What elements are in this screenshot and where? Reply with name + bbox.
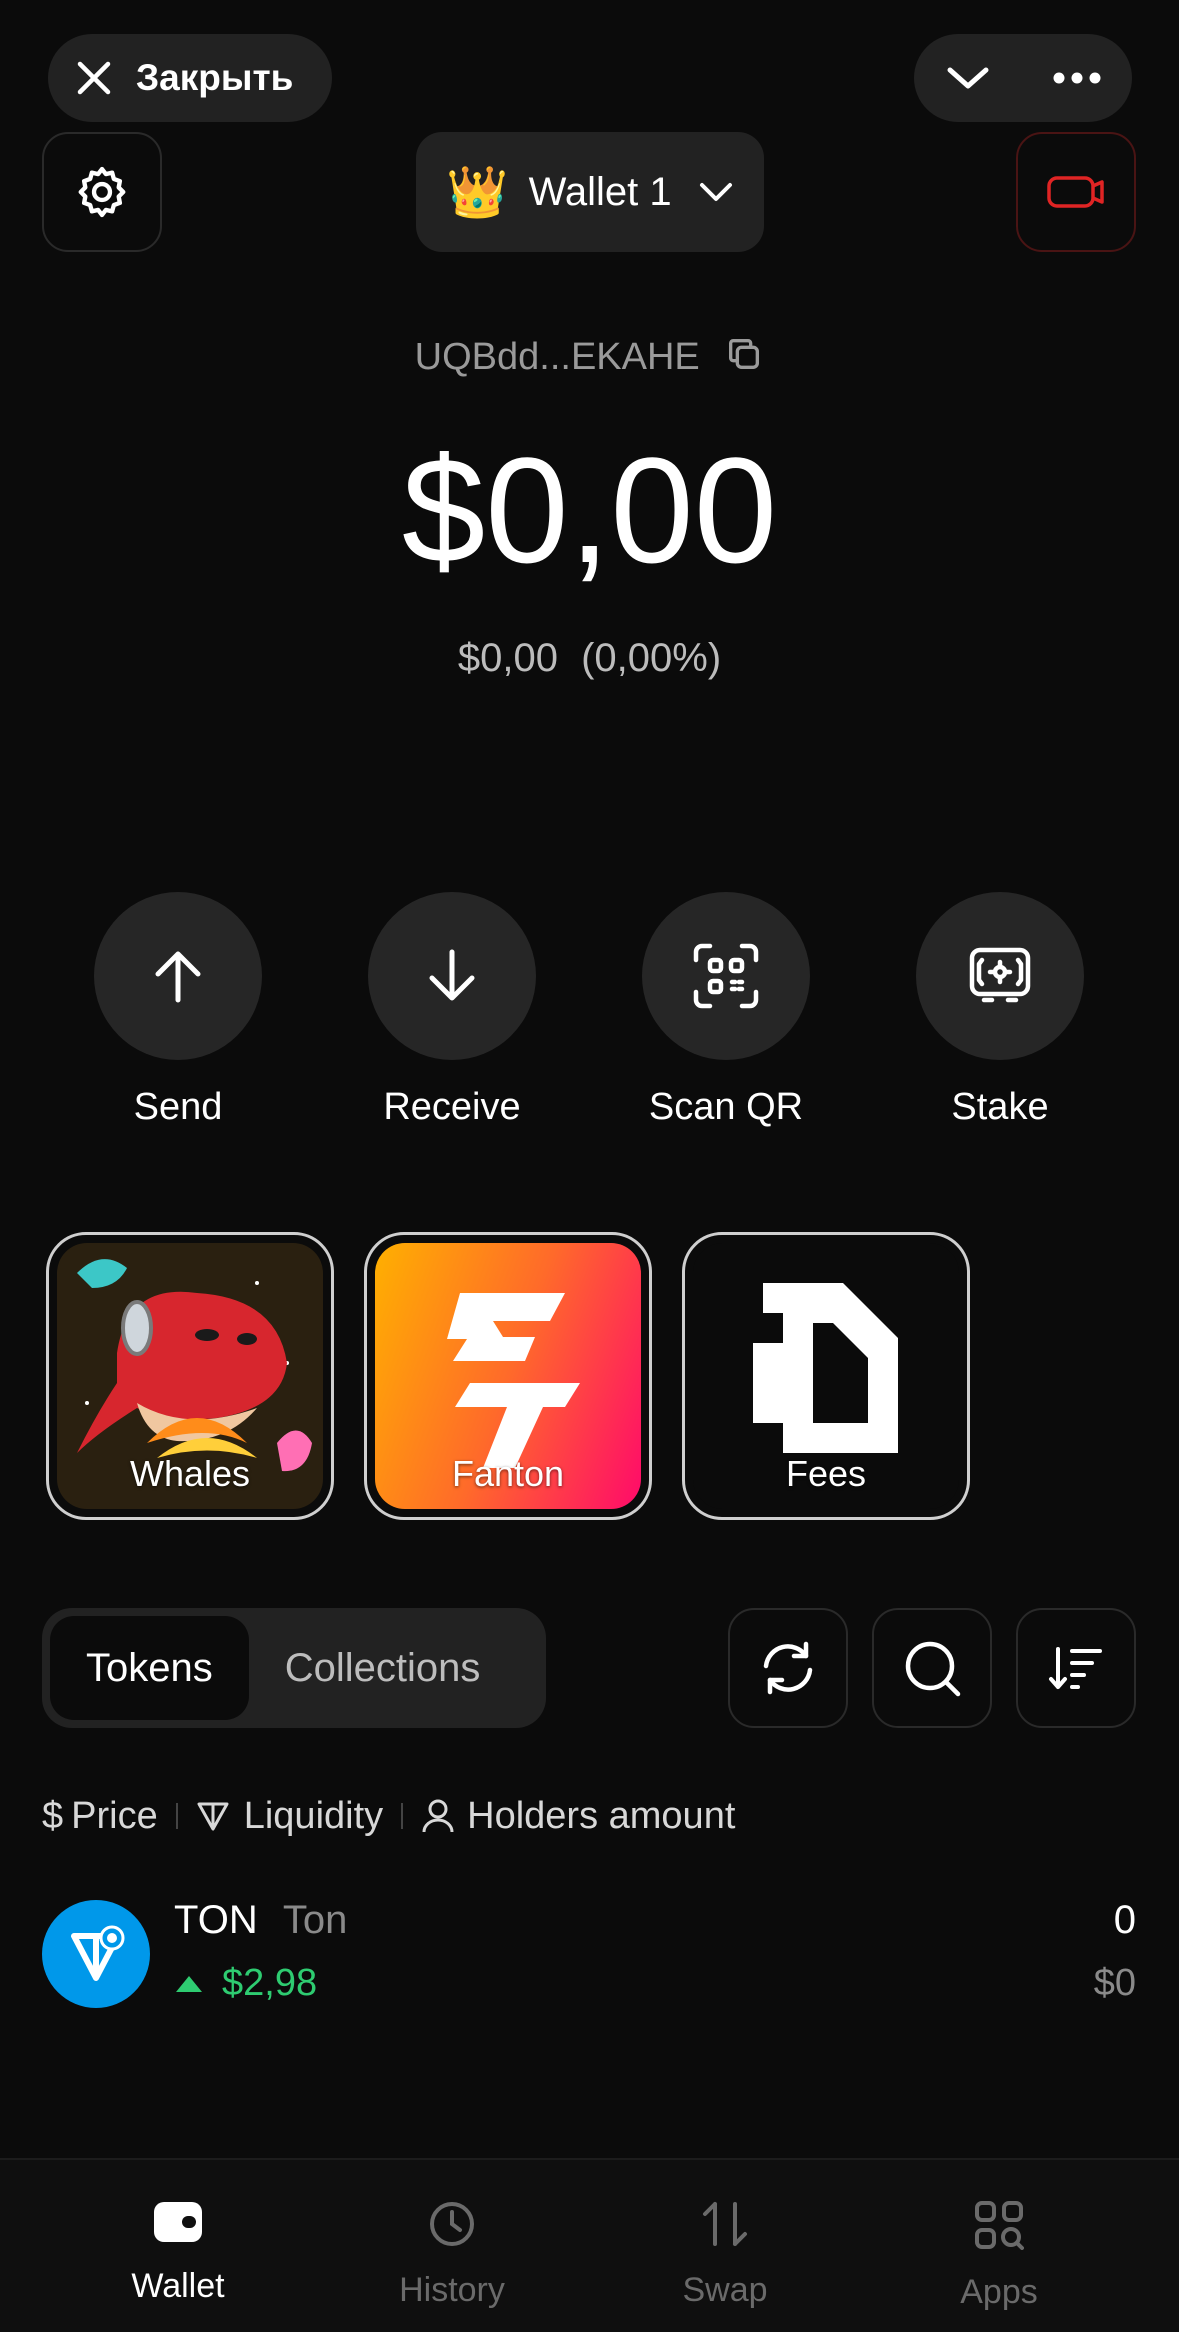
close-label: Закрыть xyxy=(136,57,294,98)
nav-swap[interactable]: Swap xyxy=(625,2200,825,2310)
whales-artwork: Whales xyxy=(57,1243,323,1509)
arrow-down-icon xyxy=(422,946,482,1006)
dollar-icon: $ xyxy=(42,1794,64,1837)
scan-qr-action[interactable]: Scan QR xyxy=(642,892,810,1129)
ton-logo-icon xyxy=(42,1900,150,2008)
token-row[interactable]: TON Ton $2,98 0 $0 xyxy=(42,1896,1136,2016)
app-card-fees[interactable]: Fees xyxy=(682,1232,970,1520)
liquidity-icon xyxy=(196,1800,230,1832)
tab-tokens-label: Tokens xyxy=(86,1645,213,1690)
gear-icon xyxy=(73,163,131,221)
arrow-up-icon xyxy=(148,946,208,1006)
qr-scan-icon xyxy=(692,942,760,1010)
nav-wallet[interactable]: Wallet xyxy=(78,2200,278,2306)
nav-history[interactable]: History xyxy=(352,2200,552,2310)
filter-divider xyxy=(175,1803,178,1829)
balance-amount: $0,00 xyxy=(401,426,778,594)
app-label-fanton: Fanton xyxy=(451,1453,565,1494)
stake-button[interactable] xyxy=(916,892,1084,1060)
clock-icon xyxy=(428,2200,476,2248)
fanton-artwork: Fanton xyxy=(375,1243,641,1509)
filter-price-label: Price xyxy=(71,1794,158,1837)
close-icon xyxy=(74,58,114,98)
more-options-icon[interactable] xyxy=(1052,71,1102,85)
triangle-up-icon xyxy=(174,1974,204,1994)
change-percent: (0,00%) xyxy=(581,636,722,680)
balance-change: $0,00 (0,00%) xyxy=(0,636,1179,681)
search-button[interactable] xyxy=(872,1608,992,1728)
tab-tokens[interactable]: Tokens xyxy=(50,1616,249,1720)
person-icon xyxy=(421,1798,455,1834)
change-value: $0,00 xyxy=(457,636,558,680)
wallet-icon xyxy=(152,2200,204,2244)
token-name: Ton xyxy=(282,1898,348,1942)
record-button[interactable] xyxy=(1016,132,1136,252)
fees-artwork: Fees xyxy=(693,1243,959,1509)
top-right-controls xyxy=(914,34,1132,122)
filter-liquidity[interactable]: Liquidity xyxy=(196,1795,383,1838)
asset-tabs: Tokens Collections xyxy=(42,1608,546,1728)
token-price-value: $2,98 xyxy=(222,1962,318,2004)
address-row[interactable]: UQBdd...EKAHE xyxy=(0,334,1179,384)
nav-wallet-label: Wallet xyxy=(131,2267,225,2305)
nav-history-label: History xyxy=(399,2271,505,2309)
receive-label: Receive xyxy=(383,1086,521,1128)
filter-holders-label: Holders amount xyxy=(467,1794,736,1837)
stake-label: Stake xyxy=(951,1086,1049,1128)
wallet-emoji: 👑 xyxy=(446,163,509,220)
chevron-down-icon xyxy=(698,180,734,204)
scan-qr-button[interactable] xyxy=(642,892,810,1060)
send-label: Send xyxy=(133,1086,223,1128)
wallet-selector[interactable]: 👑 Wallet 1 xyxy=(416,132,764,252)
filter-holders[interactable]: Holders amount xyxy=(421,1795,735,1838)
send-action[interactable]: Send xyxy=(94,892,262,1129)
token-price: $2,98 xyxy=(174,1962,317,2005)
nav-swap-label: Swap xyxy=(682,2271,768,2309)
scan-qr-label: Scan QR xyxy=(648,1086,804,1128)
copy-icon xyxy=(724,334,764,384)
wallet-name: Wallet 1 xyxy=(528,169,672,214)
filter-divider xyxy=(401,1803,404,1829)
sort-icon xyxy=(1048,1643,1104,1693)
wallet-address: UQBdd...EKAHE xyxy=(414,336,700,379)
nav-apps[interactable]: Apps xyxy=(899,2200,1099,2312)
close-button[interactable]: Закрыть xyxy=(48,34,332,122)
filter-liquidity-label: Liquidity xyxy=(243,1794,384,1837)
swap-icon xyxy=(699,2200,751,2248)
send-button[interactable] xyxy=(94,892,262,1060)
chevron-down-icon[interactable] xyxy=(944,62,992,94)
refresh-icon xyxy=(758,1638,818,1698)
tab-collections[interactable]: Collections xyxy=(249,1616,517,1720)
filter-row: $ Price Liquidity Holders amount xyxy=(42,1788,735,1844)
settings-button[interactable] xyxy=(42,132,162,252)
token-amount: 0 xyxy=(1113,1898,1136,1942)
filter-price[interactable]: $ Price xyxy=(42,1795,158,1838)
sort-button[interactable] xyxy=(1016,1608,1136,1728)
tab-collections-label: Collections xyxy=(284,1645,481,1690)
receive-button[interactable] xyxy=(368,892,536,1060)
token-value: $0 xyxy=(1093,1962,1136,2004)
app-card-fanton[interactable]: Fanton xyxy=(364,1232,652,1520)
app-label-fees: Fees xyxy=(785,1453,867,1494)
apps-grid-icon xyxy=(974,2200,1024,2250)
token-title: TON Ton xyxy=(174,1898,347,1943)
app-label-whales: Whales xyxy=(129,1453,251,1494)
nav-apps-label: Apps xyxy=(960,2273,1038,2311)
stake-action[interactable]: Stake xyxy=(916,892,1084,1129)
refresh-button[interactable] xyxy=(728,1608,848,1728)
token-symbol: TON xyxy=(174,1898,258,1942)
app-card-whales[interactable]: Whales xyxy=(46,1232,334,1520)
search-icon xyxy=(902,1638,962,1698)
receive-action[interactable]: Receive xyxy=(368,892,536,1129)
stake-icon xyxy=(966,942,1034,1010)
record-icon xyxy=(1046,172,1106,212)
